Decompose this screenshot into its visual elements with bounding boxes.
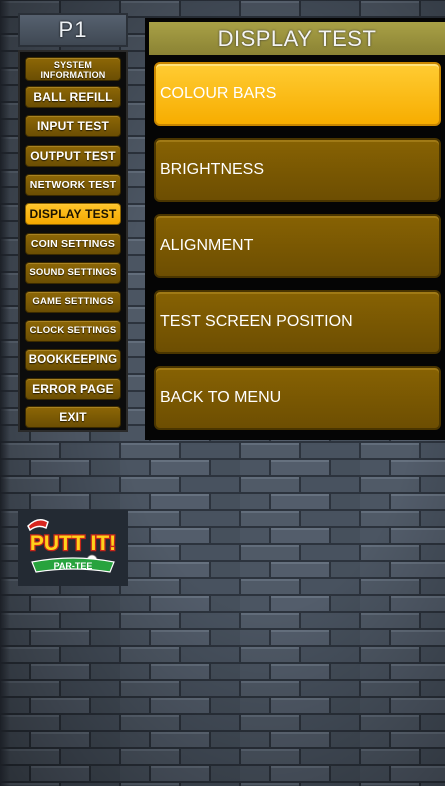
sidebar-item-output-test[interactable]: OUTPUT TEST <box>25 145 121 167</box>
alignment-button[interactable]: ALIGNMENT <box>154 214 441 278</box>
service-menu-screen: P1 SYSTEM INFORMATION BALL REFILL INPUT … <box>0 0 445 801</box>
back-to-menu-button[interactable]: BACK TO MENU <box>154 366 441 430</box>
sidebar-item-ball-refill[interactable]: BALL REFILL <box>25 86 121 108</box>
sidebar-item-bookkeeping[interactable]: BOOKKEEPING <box>25 349 121 371</box>
sidebar-item-clock-settings[interactable]: CLOCK SETTINGS <box>25 320 121 342</box>
sidebar-item-error-page[interactable]: ERROR PAGE <box>25 378 121 400</box>
sidebar-item-system-information[interactable]: SYSTEM INFORMATION <box>25 57 121 81</box>
brightness-button[interactable]: BRIGHTNESS <box>154 138 441 202</box>
putt-it-par-tee-logo: PUTT IT! PAR-TEE <box>18 510 128 586</box>
sidebar-item-coin-settings[interactable]: COIN SETTINGS <box>25 233 121 255</box>
sidebar-item-input-test[interactable]: INPUT TEST <box>25 115 121 137</box>
screen-edge-shadow <box>0 0 10 801</box>
sidebar-item-display-test[interactable]: DISPLAY TEST <box>25 203 121 225</box>
player-indicator: P1 <box>18 13 128 47</box>
page-title: DISPLAY TEST <box>149 22 445 55</box>
sidebar-item-game-settings[interactable]: GAME SETTINGS <box>25 291 121 313</box>
screen-bottom-margin <box>0 786 445 801</box>
side-menu: SYSTEM INFORMATION BALL REFILL INPUT TES… <box>18 50 128 432</box>
colour-bars-button[interactable]: COLOUR BARS <box>154 62 441 126</box>
sidebar-item-network-test[interactable]: NETWORK TEST <box>25 174 121 196</box>
test-screen-position-button[interactable]: TEST SCREEN POSITION <box>154 290 441 354</box>
logo-text-bottom: PAR-TEE <box>54 561 93 571</box>
logo-text-top: PUTT IT! <box>30 532 116 555</box>
sidebar-item-exit[interactable]: EXIT <box>25 406 121 428</box>
sidebar-item-sound-settings[interactable]: SOUND SETTINGS <box>25 262 121 284</box>
logo-graphic: PUTT IT! PAR-TEE <box>18 510 128 586</box>
